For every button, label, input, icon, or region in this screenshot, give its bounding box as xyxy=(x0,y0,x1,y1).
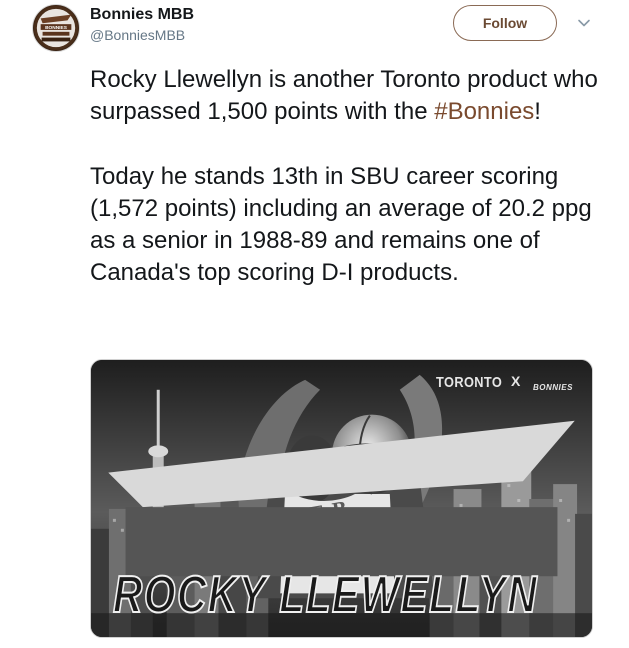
tweet-media-image[interactable]: ST. B 55 TORONTO X BONNIES ROCKY LLEWELL… xyxy=(90,359,593,638)
follow-button[interactable]: Follow xyxy=(453,5,557,41)
tweet-paragraph-1: Rocky Llewellyn is another Toronto produ… xyxy=(90,64,610,128)
author-handle[interactable]: @BonniesMBB xyxy=(90,27,185,43)
chevron-down-icon[interactable] xyxy=(576,15,592,31)
hashtag-link[interactable]: #Bonnies xyxy=(434,98,534,125)
player-name-graphic: ROCKY LLEWELLYN xyxy=(112,565,539,625)
tweet-paragraph-2: Today he stands 13th in SBU career scori… xyxy=(90,163,592,286)
avatar-text-top: BONNIES xyxy=(45,25,67,31)
tweet-card: BONNIES Bonnies MBB @BonniesMBB Follow R… xyxy=(0,0,629,648)
tweet-text-part: ! xyxy=(534,98,541,125)
author-name[interactable]: Bonnies MBB xyxy=(90,6,194,24)
bonnies-logo-icon: BONNIES xyxy=(33,5,79,51)
tweet-text: Rocky Llewellyn is another Toronto produ… xyxy=(90,64,610,289)
media-bonnies-text: BONNIES xyxy=(533,383,573,392)
author-avatar[interactable]: BONNIES xyxy=(32,4,80,52)
